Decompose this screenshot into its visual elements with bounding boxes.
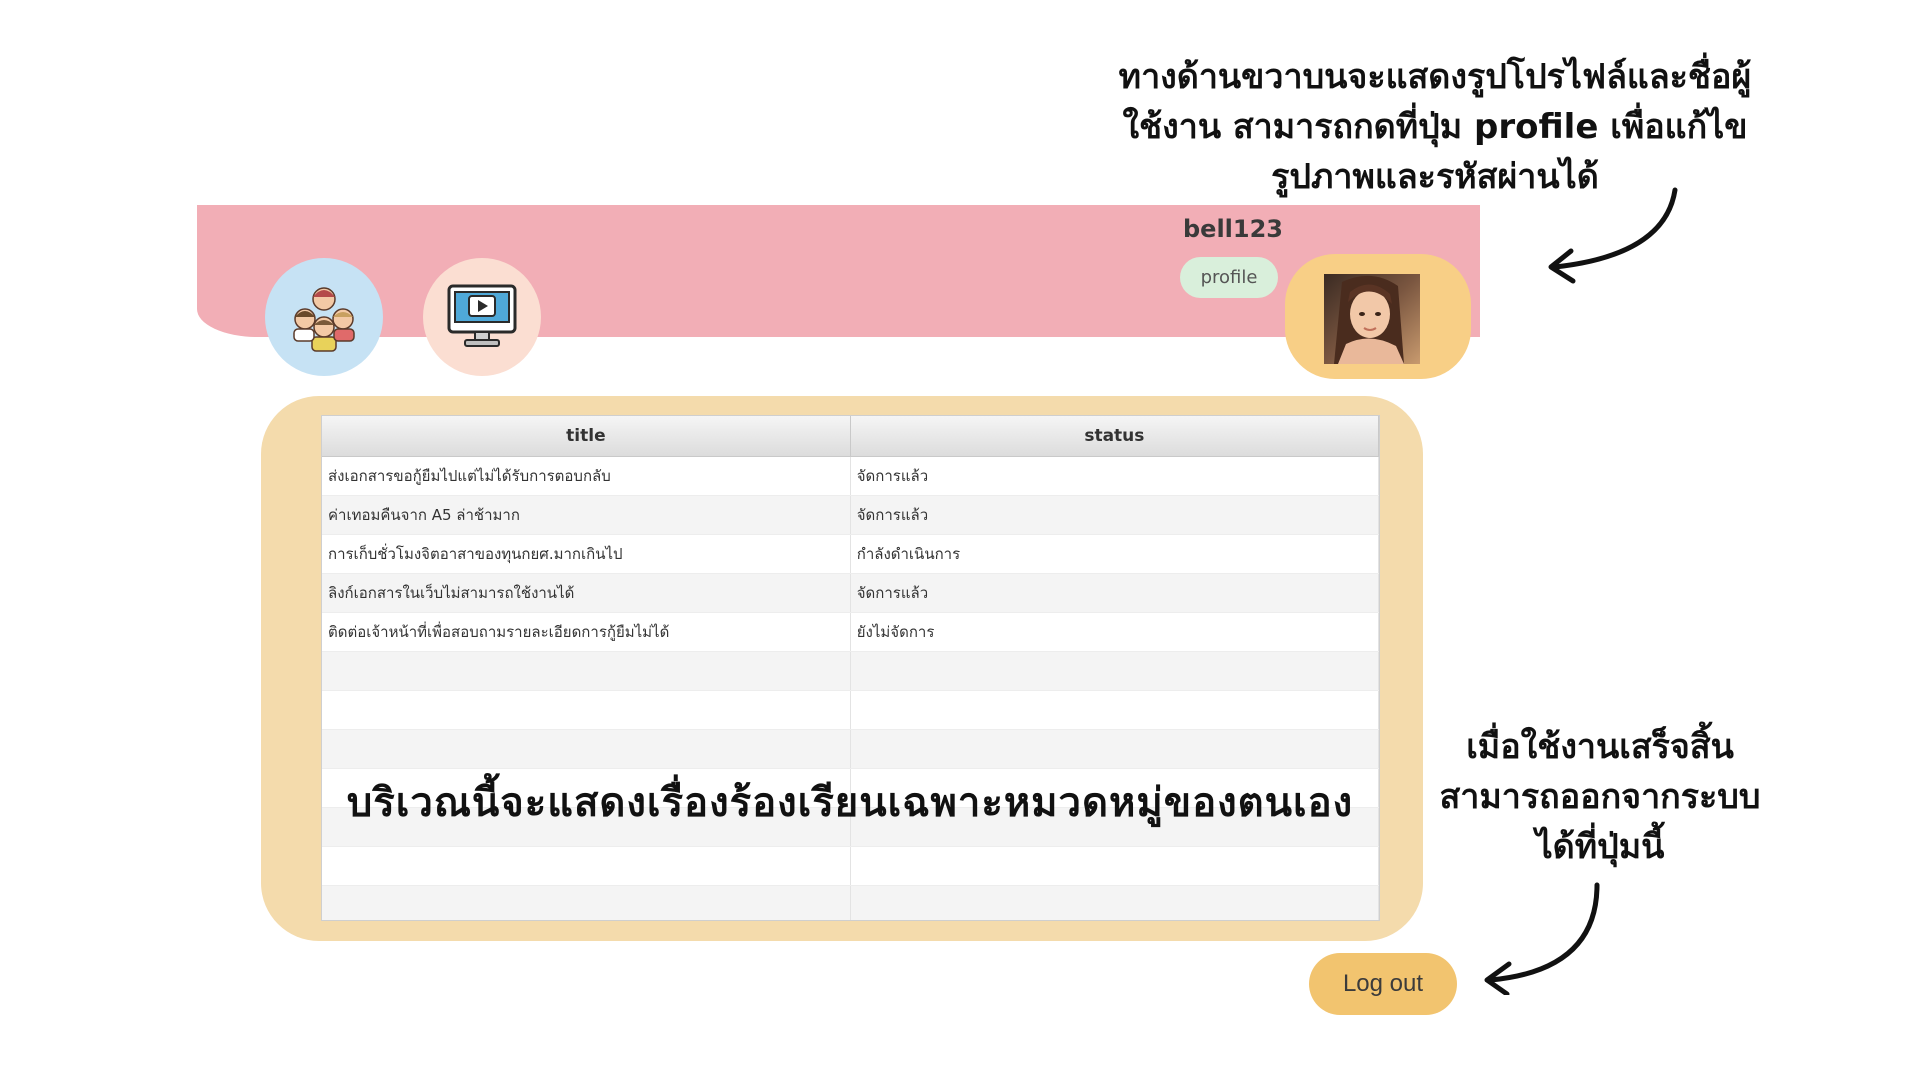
- table-cell-empty: [322, 729, 851, 769]
- table-row[interactable]: ติดต่อเจ้าหน้าที่เพื่อสอบถามรายละเอียดกา…: [322, 612, 1379, 652]
- annotation-line: ทางด้านขวาบนจะแสดงรูปโปรไฟล์และชื่อผู้: [1118, 57, 1752, 97]
- table-cell-title: การเก็บชั่วโมงจิตอาสาของทุนกยศ.มากเกินไป: [322, 534, 851, 574]
- table-cell-status: ยังไม่จัดการ: [850, 612, 1379, 652]
- center-annotation: บริเวณนี้จะแสดงเรื่องร้องเรียนเฉพาะหมวดห…: [346, 780, 1354, 826]
- annotation-line: เมื่อใช้งานเสร็จสิ้น: [1466, 727, 1734, 767]
- avatar-container: [1285, 254, 1471, 379]
- table-cell-empty: [322, 846, 851, 886]
- table-row[interactable]: ค่าเทอมคืนจาก A5 ล่าช้ามาก จัดการแล้ว: [322, 495, 1379, 535]
- monitor-video-icon: [447, 284, 517, 347]
- table-row-empty: [322, 690, 1379, 730]
- table-row-empty: [322, 846, 1379, 886]
- table-row[interactable]: การเก็บชั่วโมงจิตอาสาของทุนกยศ.มากเกินไป…: [322, 534, 1379, 574]
- complaints-table[interactable]: title status ส่งเอกสารขอกู้ยืมไปแต่ไม่ได…: [321, 415, 1380, 921]
- video-nav-button[interactable]: [423, 258, 541, 376]
- avatar[interactable]: [1324, 274, 1420, 364]
- table-cell-empty: [850, 729, 1379, 769]
- column-header-status[interactable]: status: [850, 416, 1379, 457]
- annotation-line: สามารถออกจากระบบ: [1439, 777, 1761, 817]
- table-cell-empty: [322, 885, 851, 920]
- users-group-icon: [293, 287, 355, 352]
- bottom-right-annotation: เมื่อใช้งานเสร็จสิ้น สามารถออกจากระบบ ได…: [1425, 722, 1775, 872]
- table-cell-empty: [850, 690, 1379, 730]
- table-row[interactable]: ลิงก์เอกสารในเว็บไม่สามารถใช้งานได้ จัดกา…: [322, 573, 1379, 613]
- table-cell-title: ส่งเอกสารขอกู้ยืมไปแต่ไม่ได้รับการตอบกลั…: [322, 456, 851, 496]
- table-cell-status: จัดการแล้ว: [850, 456, 1379, 496]
- column-header-title[interactable]: title: [322, 416, 851, 457]
- table-row-empty: [322, 729, 1379, 769]
- table-cell-empty: [850, 885, 1379, 920]
- table-cell-empty: [322, 690, 851, 730]
- users-nav-button[interactable]: [265, 258, 383, 376]
- table-cell-status: กำลังดำเนินการ: [850, 534, 1379, 574]
- table-row-empty: [322, 651, 1379, 691]
- table-cell-title: ติดต่อเจ้าหน้าที่เพื่อสอบถามรายละเอียดกา…: [322, 612, 851, 652]
- table-row[interactable]: ส่งเอกสารขอกู้ยืมไปแต่ไม่ได้รับการตอบกลั…: [322, 456, 1379, 496]
- arrow-to-logout-icon: [1484, 882, 1600, 995]
- username: bell123: [1182, 215, 1283, 243]
- table-cell-status: จัดการแล้ว: [850, 495, 1379, 535]
- logout-button[interactable]: Log out: [1309, 953, 1457, 1015]
- annotation-line: ได้ที่ปุ่มนี้: [1535, 827, 1665, 867]
- table-cell-title: ค่าเทอมคืนจาก A5 ล่าช้ามาก: [322, 495, 851, 535]
- table-cell-status: จัดการแล้ว: [850, 573, 1379, 613]
- table-cell-empty: [322, 651, 851, 691]
- arrow-to-profile-icon: [1548, 187, 1678, 284]
- table-row-empty: [322, 885, 1379, 920]
- table-cell-empty: [850, 651, 1379, 691]
- table-cell-title: ลิงก์เอกสารในเว็บไม่สามารถใช้งานได้: [322, 573, 851, 613]
- table-cell-empty: [850, 846, 1379, 886]
- top-right-annotation: ทางด้านขวาบนจะแสดงรูปโปรไฟล์และชื่อผู้ ใ…: [1095, 52, 1775, 202]
- annotation-line: ใช้งาน สามารถกดที่ปุ่ม profile เพื่อแก้ไ…: [1122, 107, 1748, 147]
- profile-button[interactable]: profile: [1180, 257, 1278, 298]
